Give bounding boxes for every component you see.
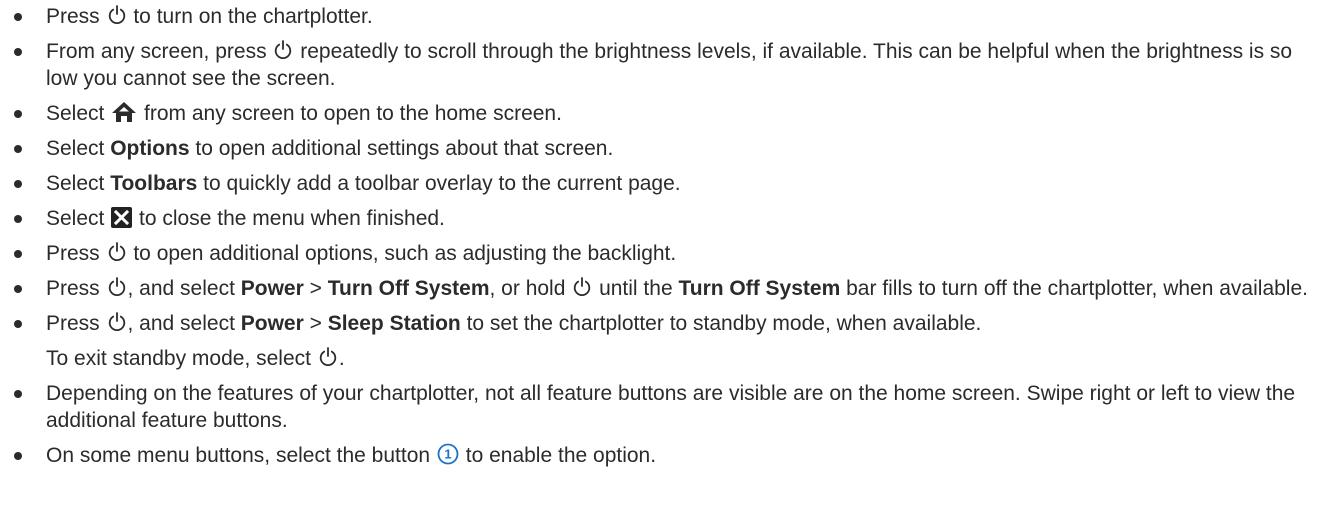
list-item: Depending on the features of your chartp… xyxy=(0,380,1319,434)
list-item: Select to close the menu when finished. xyxy=(0,205,1319,232)
item-text: Press xyxy=(46,312,106,335)
item-text: , and select xyxy=(127,312,241,335)
item-text: , or hold xyxy=(489,277,572,300)
power-icon xyxy=(275,40,292,59)
item-text: bar fills to turn off the chartplotter, … xyxy=(840,277,1308,300)
item-text: to turn on the chartplotter. xyxy=(127,5,373,28)
item-text: Select xyxy=(46,172,111,195)
ui-label-options: Options xyxy=(110,137,190,160)
power-icon xyxy=(319,347,336,366)
item-text: to close the menu when finished. xyxy=(133,207,445,230)
item-text: , and select xyxy=(127,277,241,300)
list-item: Press to turn on the chartplotter. xyxy=(0,3,1319,30)
item-text: Select xyxy=(46,207,111,230)
item-text: To exit standby mode, select xyxy=(46,347,317,370)
continuation-text: To exit standby mode, select . xyxy=(0,345,1319,372)
item-text: > xyxy=(303,277,328,300)
list-item: Select Toolbars to quickly add a toolbar… xyxy=(0,170,1319,197)
ui-label-power: Power xyxy=(240,277,304,300)
item-text: from any screen to open to the home scre… xyxy=(138,102,562,125)
list-item: Press to open additional options, such a… xyxy=(0,240,1319,267)
item-text: to set the chartplotter to standby mode,… xyxy=(460,312,982,335)
ui-label-power: Power xyxy=(240,312,304,335)
item-text: to quickly add a toolbar overlay to the … xyxy=(197,172,681,195)
close-icon xyxy=(111,207,133,228)
callout-1-icon: 1 xyxy=(437,443,459,465)
ui-label-sleep-station: Sleep Station xyxy=(327,312,461,335)
power-icon xyxy=(108,5,125,24)
power-icon xyxy=(108,242,125,261)
home-icon xyxy=(112,102,137,122)
item-text: On some menu buttons, select the button xyxy=(46,444,436,467)
list-item: Press , and select Power > Sleep Station… xyxy=(0,310,1319,337)
item-text: > xyxy=(303,312,328,335)
list-item: Select from any screen to open to the ho… xyxy=(0,100,1319,127)
list-item: Select Options to open additional settin… xyxy=(0,135,1319,162)
ui-label-turn-off-system: Turn Off System xyxy=(678,277,841,300)
item-text: . xyxy=(338,347,345,370)
instruction-list: Press to turn on the chartplotter. From … xyxy=(0,3,1319,469)
list-item: From any screen, press repeatedly to scr… xyxy=(0,38,1319,92)
item-text: to open additional options, such as adju… xyxy=(127,242,677,265)
item-text: Press xyxy=(46,5,106,28)
power-icon xyxy=(574,277,591,296)
power-icon xyxy=(108,277,125,296)
list-item: On some menu buttons, select the button … xyxy=(0,442,1319,469)
ui-label-toolbars: Toolbars xyxy=(110,172,198,195)
item-text: to enable the option. xyxy=(459,444,657,467)
item-text: From any screen, press xyxy=(46,40,273,63)
item-text: until the xyxy=(593,277,679,300)
item-text: Select xyxy=(46,137,111,160)
item-text: to open additional settings about that s… xyxy=(189,137,614,160)
item-text: Depending on the features of your chartp… xyxy=(46,382,1296,432)
list-item: Press , and select Power > Turn Off Syst… xyxy=(0,275,1319,302)
power-icon xyxy=(108,312,125,331)
item-text: Select xyxy=(46,102,111,125)
item-text: Press xyxy=(46,242,106,265)
ui-label-turn-off-system: Turn Off System xyxy=(327,277,490,300)
item-text: Press xyxy=(46,277,106,300)
callout-number: 1 xyxy=(444,447,451,462)
